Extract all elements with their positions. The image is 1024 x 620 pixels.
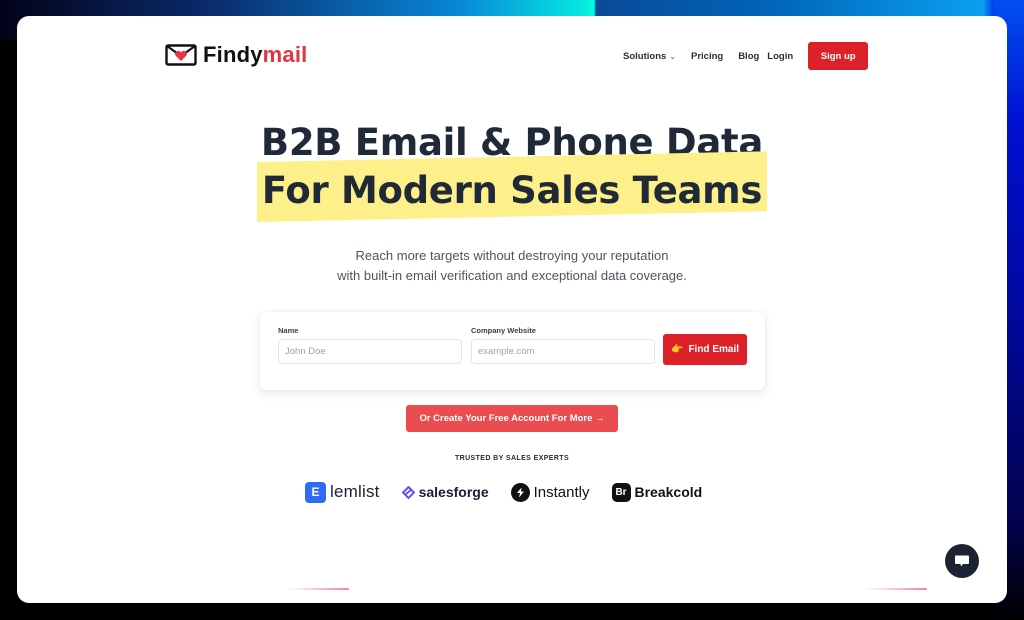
name-label: Name: [278, 326, 299, 335]
chevron-down-icon: ⌄: [669, 51, 676, 61]
trusted-heading: TRUSTED BY SALES EXPERTS: [454, 455, 570, 462]
decorative-line-right: [865, 588, 927, 590]
nav-blog[interactable]: Blog: [738, 51, 759, 62]
hero-subtitle: Reach more targets without destroying yo…: [337, 248, 687, 283]
lightning-icon: [510, 482, 530, 502]
company-website-label: Company Website: [471, 326, 536, 335]
find-email-button[interactable]: 👉 Find Email: [663, 334, 747, 365]
nav-login[interactable]: Login: [767, 51, 793, 62]
partner-logos: E lemlist salesforge Instantly Br Breakc…: [305, 481, 724, 503]
headline-line-2: For Modern Sales Teams: [261, 169, 763, 212]
top-nav: Solutions ⌄ Pricing Blog Login Sign up: [623, 42, 869, 70]
headline-line-2-wrapper: For Modern Sales Teams: [257, 151, 767, 222]
salesforge-icon: [401, 485, 415, 499]
nav-solutions[interactable]: Solutions ⌄: [623, 51, 676, 62]
envelope-heart-icon: [165, 44, 197, 66]
logo-salesforge: salesforge: [401, 484, 489, 500]
browser-page: Findymail Solutions ⌄ Pricing Blog Login…: [17, 16, 1007, 603]
decorative-line-left: [287, 588, 349, 590]
logo-instantly: Instantly: [510, 482, 590, 502]
find-email-form: Name John Doe Company Website example.co…: [260, 312, 765, 390]
breakcold-icon: Br: [611, 482, 631, 502]
company-website-input[interactable]: example.com: [471, 339, 655, 364]
lemlist-icon: E: [305, 481, 326, 503]
chat-widget-button[interactable]: [945, 544, 979, 578]
create-account-button[interactable]: Or Create Your Free Account For More →: [406, 405, 618, 432]
brand-logo[interactable]: Findymail: [165, 42, 308, 68]
name-input[interactable]: John Doe: [278, 339, 462, 364]
logo-lemlist: E lemlist: [305, 481, 380, 503]
chat-bubble-icon: [955, 555, 969, 567]
pointing-hand-icon: 👉: [670, 344, 684, 355]
brand-name: Findymail: [203, 42, 308, 67]
signup-button[interactable]: Sign up: [808, 42, 869, 70]
logo-breakcold: Br Breakcold: [611, 482, 702, 502]
nav-pricing[interactable]: Pricing: [691, 51, 723, 62]
